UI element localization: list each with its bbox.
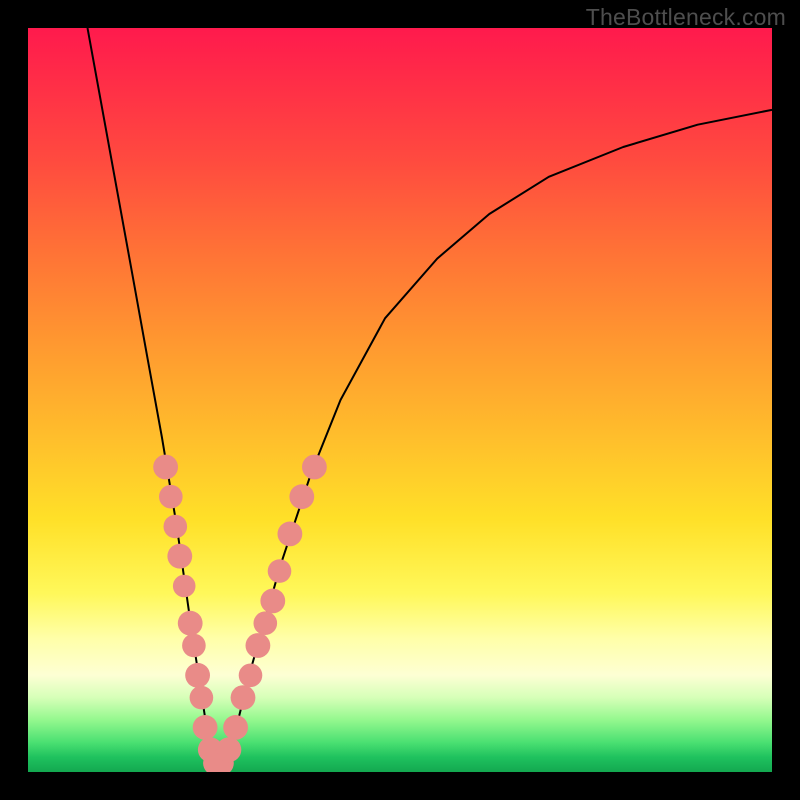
data-marker bbox=[260, 589, 285, 614]
data-marker bbox=[173, 575, 196, 598]
data-marker bbox=[254, 611, 278, 635]
data-marker bbox=[164, 515, 188, 539]
data-marker bbox=[217, 737, 242, 762]
marker-group bbox=[153, 455, 327, 772]
data-marker bbox=[268, 559, 292, 583]
chart-svg bbox=[28, 28, 772, 772]
data-marker bbox=[289, 484, 314, 509]
data-marker bbox=[223, 715, 248, 740]
plot-area bbox=[28, 28, 772, 772]
data-marker bbox=[239, 664, 263, 688]
data-marker bbox=[231, 685, 256, 710]
data-marker bbox=[190, 686, 214, 710]
data-marker bbox=[278, 522, 303, 547]
data-marker bbox=[153, 455, 178, 480]
data-marker bbox=[159, 485, 183, 509]
data-marker bbox=[182, 634, 206, 658]
data-marker bbox=[185, 663, 210, 688]
data-marker bbox=[178, 611, 203, 636]
data-marker bbox=[246, 633, 271, 658]
data-marker bbox=[167, 544, 192, 569]
chart-frame: TheBottleneck.com bbox=[0, 0, 800, 800]
data-marker bbox=[193, 715, 218, 740]
watermark-text: TheBottleneck.com bbox=[586, 4, 786, 31]
data-marker bbox=[302, 455, 327, 480]
